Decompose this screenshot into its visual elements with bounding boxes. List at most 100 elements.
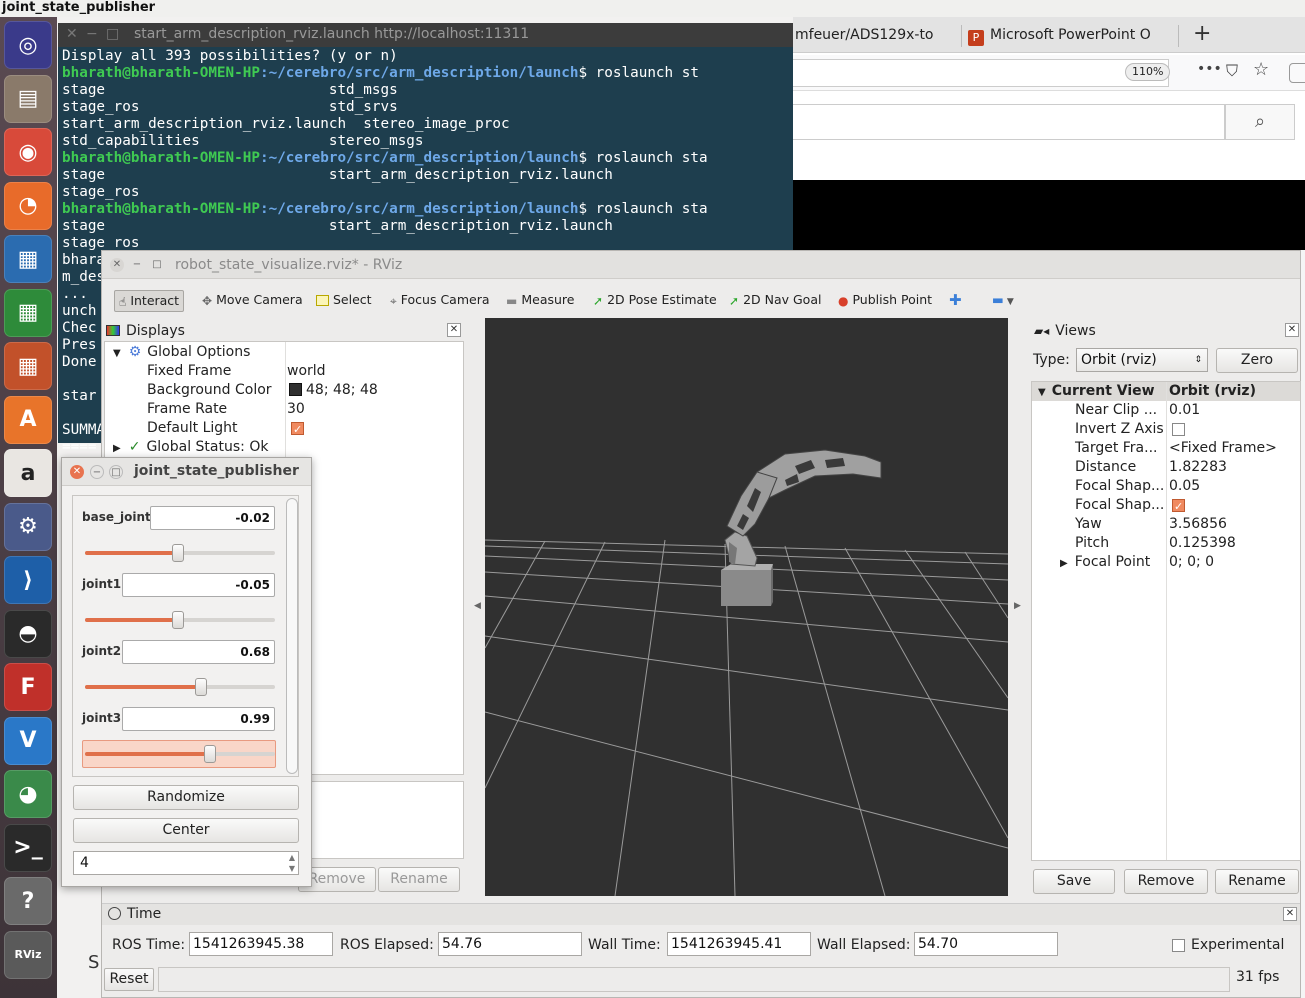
spinbox[interactable]: 4 ▲ ▼: [73, 851, 299, 875]
slider-handle[interactable]: [172, 611, 185, 629]
close-icon[interactable]: ✕: [447, 323, 461, 337]
experimental-checkbox[interactable]: Experimental: [1172, 935, 1284, 955]
move-camera-tool[interactable]: ✥ Move Camera: [202, 290, 303, 312]
vscode-icon[interactable]: ⟩: [4, 556, 52, 604]
global-status-row[interactable]: ▶ ✓ Global Status: Ok: [113, 438, 268, 457]
blender-icon[interactable]: ◓: [4, 609, 52, 658]
freecad-icon[interactable]: F: [4, 663, 52, 711]
calc-icon[interactable]: ▦: [4, 288, 52, 337]
ros-time-field[interactable]: 1541263945.38: [189, 932, 333, 956]
joint-value-field[interactable]: -0.02: [150, 506, 275, 530]
firefox-icon[interactable]: ◔: [4, 181, 52, 230]
default-light-checkbox[interactable]: [291, 419, 304, 439]
background-color-value[interactable]: 48; 48; 48: [289, 381, 378, 400]
views-tree[interactable]: ▼ Current View Orbit (rviz) Near Clip ...…: [1031, 381, 1301, 861]
reset-button[interactable]: Reset: [104, 968, 154, 991]
add-tool-icon[interactable]: ✚: [949, 290, 962, 312]
joint-value-field[interactable]: 0.68: [122, 640, 275, 664]
2d-nav-goal-tool[interactable]: ➚ 2D Nav Goal: [729, 290, 821, 312]
maximize-icon[interactable]: □: [150, 258, 164, 272]
zoom-indicator[interactable]: 110%: [1125, 63, 1171, 81]
status-text: [158, 967, 1230, 992]
chrome-icon[interactable]: ◉: [4, 128, 52, 176]
pitch-value[interactable]: 0.125398: [1169, 534, 1236, 553]
writer-icon[interactable]: ▦: [4, 235, 52, 283]
2d-pose-estimate-tool[interactable]: ➚ 2D Pose Estimate: [593, 290, 717, 312]
collapse-right-icon[interactable]: ▶: [1014, 601, 1021, 611]
new-tab-button[interactable]: +: [1193, 21, 1211, 46]
invert-z-checkbox[interactable]: [1172, 420, 1185, 439]
vnc-icon[interactable]: V: [4, 716, 52, 765]
global-options-row[interactable]: ▼ ⚙ Global Options: [113, 343, 250, 362]
joint-slider[interactable]: [85, 611, 275, 629]
frame-rate-value[interactable]: 30: [287, 400, 305, 419]
help-icon[interactable]: ?: [4, 877, 52, 925]
select-tool[interactable]: Select: [316, 290, 372, 312]
joint-slider[interactable]: [85, 745, 275, 763]
randomize-button[interactable]: Randomize: [73, 785, 299, 810]
wall-time-field[interactable]: 1541263945.41: [667, 932, 811, 956]
save-view-button[interactable]: Save: [1033, 869, 1115, 894]
search-icon[interactable]: ⌕: [1225, 104, 1295, 140]
3d-viewport[interactable]: [484, 318, 1009, 897]
joint-value-field[interactable]: -0.05: [122, 573, 275, 597]
zero-button[interactable]: Zero: [1216, 348, 1298, 373]
ubuntu-dash-icon[interactable]: ◎: [4, 21, 52, 69]
rviz-icon[interactable]: RViz: [4, 930, 52, 979]
bookmark-star-icon[interactable]: ☆: [1253, 59, 1269, 80]
software-center-icon[interactable]: A: [4, 395, 52, 444]
terminal-icon[interactable]: >_: [4, 823, 52, 872]
ros-elapsed-field[interactable]: 54.76: [438, 932, 582, 956]
close-icon[interactable]: ✕: [110, 258, 124, 272]
android-studio-icon[interactable]: ◕: [4, 770, 52, 818]
focal-shape-fixed-checkbox[interactable]: [1172, 496, 1185, 516]
measure-tool[interactable]: ▬ Measure: [506, 290, 574, 312]
maximize-icon[interactable]: □: [106, 23, 119, 45]
publish-point-tool[interactable]: ● Publish Point: [838, 290, 932, 312]
rename-view-button[interactable]: Rename: [1215, 869, 1299, 894]
current-view-row[interactable]: ▼ Current View: [1038, 382, 1155, 401]
close-icon[interactable]: ✕: [1283, 907, 1297, 921]
close-icon[interactable]: ✕: [70, 465, 84, 479]
close-icon[interactable]: ✕: [1285, 323, 1299, 337]
remove-tool-icon[interactable]: ▬ ▼: [992, 290, 1014, 312]
distance-value[interactable]: 1.82283: [1169, 458, 1227, 477]
browser-tab[interactable]: mfeuer/ADS129x-to: [793, 23, 958, 53]
center-button[interactable]: Center: [73, 818, 299, 843]
slider-handle[interactable]: [194, 678, 207, 696]
joint-slider[interactable]: [85, 678, 275, 696]
page-actions-menu[interactable]: •••: [1197, 61, 1222, 77]
slider-handle[interactable]: [204, 745, 217, 763]
minimize-icon[interactable]: −: [86, 23, 98, 45]
interact-tool[interactable]: ☝ Interact: [114, 290, 185, 312]
focal-point-value[interactable]: 0; 0; 0: [1169, 553, 1214, 572]
impress-icon[interactable]: ▦: [4, 342, 52, 390]
view-type-select[interactable]: Orbit (rviz) ⇕: [1076, 348, 1208, 372]
rename-display-button[interactable]: Rename: [378, 867, 460, 892]
target-frame-value[interactable]: <Fixed Frame>: [1169, 439, 1277, 458]
minimize-icon[interactable]: −: [90, 465, 104, 479]
spinner-arrows-icon[interactable]: ▲ ▼: [289, 852, 295, 874]
fixed-frame-value[interactable]: world: [287, 362, 326, 381]
remove-view-button[interactable]: Remove: [1124, 869, 1208, 894]
terminal-line: stage start_arm_description_rviz.launch: [62, 167, 613, 183]
scrollbar[interactable]: [286, 498, 298, 774]
amazon-icon[interactable]: a: [4, 449, 52, 497]
files-icon[interactable]: ▤: [4, 74, 52, 123]
wall-elapsed-field[interactable]: 54.70: [914, 932, 1058, 956]
close-icon[interactable]: ✕: [66, 23, 78, 45]
pocket-icon[interactable]: ⛉: [1226, 61, 1238, 81]
yaw-value[interactable]: 3.56856: [1169, 515, 1227, 534]
focal-shape-size-value[interactable]: 0.05: [1169, 477, 1200, 496]
slider-handle[interactable]: [172, 544, 185, 562]
minimize-icon[interactable]: −: [130, 258, 144, 272]
focal-point-row[interactable]: ▶ Focal Point: [1060, 553, 1150, 572]
joint-slider[interactable]: [85, 544, 275, 562]
browser-tab[interactable]: P Microsoft PowerPoint O: [968, 23, 1168, 53]
near-clip-value[interactable]: 0.01: [1169, 401, 1200, 420]
focus-camera-tool[interactable]: ⌖ Focus Camera: [390, 290, 490, 312]
maximize-icon[interactable]: □: [109, 465, 123, 479]
collapse-left-icon[interactable]: ◀: [474, 601, 481, 611]
system-settings-icon[interactable]: ⚙: [4, 502, 52, 551]
joint-value-field[interactable]: 0.99: [122, 707, 275, 731]
